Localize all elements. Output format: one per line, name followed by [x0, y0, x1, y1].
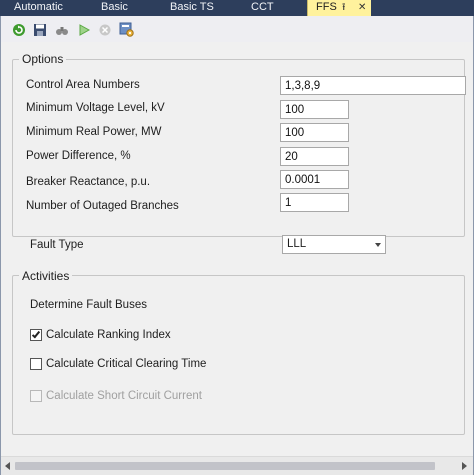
toolbar	[1, 16, 473, 42]
determine-fault-buses-heading: Determine Fault Buses	[30, 299, 147, 311]
horizontal-scrollbar[interactable]	[1, 456, 473, 475]
tab-label: FFS	[316, 1, 337, 13]
minimum-real-power-label: Minimum Real Power, MW	[26, 126, 162, 138]
ffs-panel: Options Control Area Numbers Minimum Vol…	[0, 16, 474, 475]
short-circuit-current-checkbox	[30, 390, 42, 402]
ranking-index-checkbox-row[interactable]: Calculate Ranking Index	[30, 329, 171, 341]
control-area-numbers-label: Control Area Numbers	[26, 79, 140, 91]
tab-ffs[interactable]: FFS ⭱ ✕	[307, 0, 371, 16]
critical-clearing-time-label: Calculate Critical Clearing Time	[46, 358, 207, 370]
breaker-reactance-label: Breaker Reactance, p.u.	[26, 176, 151, 188]
scroll-left-icon[interactable]	[5, 462, 10, 470]
ranking-index-label: Calculate Ranking Index	[46, 329, 171, 341]
activities-title: Activities	[19, 269, 73, 283]
ranking-index-checkbox[interactable]	[30, 329, 42, 341]
minimum-voltage-level-label: Minimum Voltage Level, kV	[26, 102, 165, 114]
critical-clearing-time-checkbox-row[interactable]: Calculate Critical Clearing Time	[30, 358, 206, 370]
tab-label: CCT	[251, 1, 274, 13]
pin-icon[interactable]: ⭱	[342, 0, 346, 15]
critical-clearing-time-checkbox[interactable]	[30, 358, 42, 370]
fault-type-value: LLL	[287, 238, 307, 250]
tab-label: Basic TS	[170, 1, 214, 13]
minimum-real-power-field[interactable]	[280, 123, 349, 142]
number-of-outaged-branches-label: Number of Outaged Branches	[26, 200, 179, 212]
tab-label: Automatic	[14, 1, 63, 13]
checkmark-icon	[31, 329, 41, 339]
fault-type-select[interactable]: LLL	[282, 235, 386, 254]
short-circuit-current-checkbox-row: Calculate Short Circuit Current	[30, 390, 202, 402]
fault-type-label: Fault Type	[30, 239, 84, 251]
scrollbar-thumb[interactable]	[15, 462, 435, 470]
breaker-reactance-field[interactable]	[280, 170, 349, 189]
short-circuit-current-label: Calculate Short Circuit Current	[46, 390, 202, 402]
tab-automatic[interactable]: Automatic	[14, 0, 63, 16]
document-tab-strip: Automatic Basic Basic TS CCT FFS ⭱ ✕	[0, 0, 474, 16]
scroll-right-icon[interactable]	[462, 462, 467, 470]
tab-basic-ts[interactable]: Basic TS	[170, 0, 214, 16]
tab-basic[interactable]: Basic	[101, 0, 128, 16]
binoculars-icon[interactable]	[54, 22, 69, 37]
number-of-outaged-branches-field[interactable]	[280, 193, 349, 212]
close-icon[interactable]: ✕	[358, 0, 366, 15]
minimum-voltage-level-field[interactable]	[280, 100, 349, 119]
stop-icon[interactable]	[97, 22, 112, 37]
run-icon[interactable]	[76, 22, 91, 37]
chevron-down-icon	[375, 243, 381, 247]
refresh-icon[interactable]	[11, 22, 26, 37]
save-icon[interactable]	[32, 22, 47, 37]
control-area-numbers-field[interactable]	[280, 76, 466, 95]
options-title: Options	[19, 52, 67, 66]
tab-label: Basic	[101, 1, 128, 13]
settings-icon[interactable]	[119, 22, 134, 37]
power-difference-label: Power Difference, %	[26, 150, 131, 162]
power-difference-field[interactable]	[280, 147, 349, 166]
tab-cct[interactable]: CCT	[251, 0, 274, 16]
